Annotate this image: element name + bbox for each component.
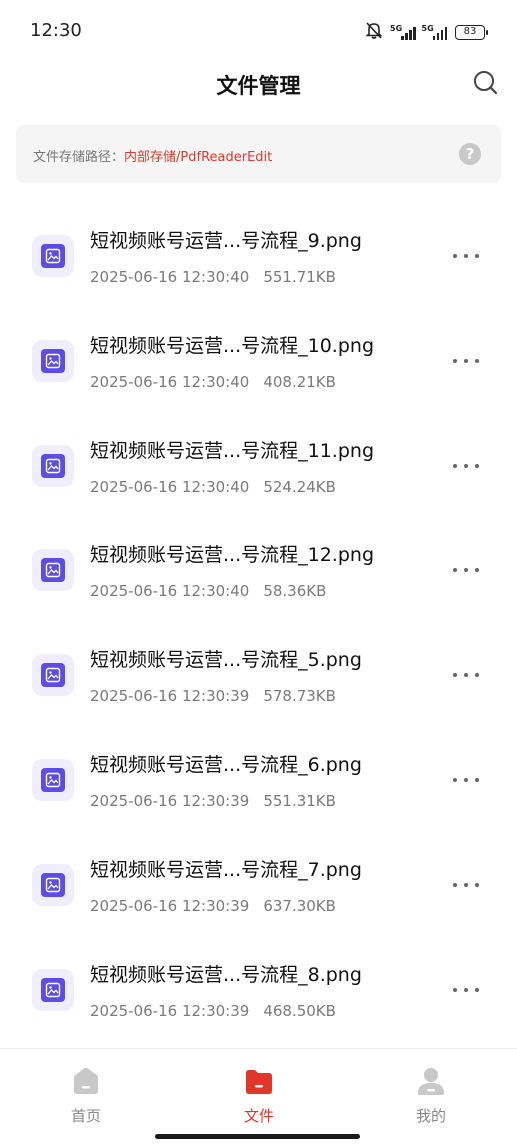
file-meta: 2025-06-16 12:30:40 551.71KB (90, 268, 336, 286)
file-date: 2025-06-16 12:30:39 (90, 791, 250, 810)
tab-files-label: 文件 (243, 1107, 274, 1125)
header: 文件管理 (0, 64, 517, 104)
file-item[interactable]: 短视频账号运营...号流程_8.png 2025-06-16 12:30:39 4… (0, 936, 517, 1041)
storage-path-bar: 文件存储路径：内部存储/PdfReaderEdit ? (16, 125, 501, 183)
status-time: 12:30 (30, 20, 82, 41)
file-list: 短视频账号运营...号流程_9.png 2025-06-16 12:30:40 5… (0, 202, 517, 1040)
file-size: 578.73KB (263, 687, 336, 706)
image-file-icon (32, 863, 74, 906)
file-name: 短视频账号运营...号流程_11.png (90, 439, 374, 462)
file-name: 短视频账号运营...号流程_12.png (90, 544, 374, 567)
more-options-icon[interactable] (453, 560, 479, 580)
image-file-icon (32, 444, 74, 487)
file-date: 2025-06-16 12:30:39 (90, 896, 250, 915)
file-meta: 2025-06-16 12:30:40 524.24KB (90, 478, 336, 496)
file-item[interactable]: 短视频账号运营...号流程_5.png 2025-06-16 12:30:39 5… (0, 621, 517, 726)
file-name: 短视频账号运营...号流程_7.png (90, 858, 362, 881)
more-options-icon[interactable] (453, 665, 479, 685)
file-date: 2025-06-16 12:30:39 (90, 687, 250, 706)
file-meta: 2025-06-16 12:30:39 551.31KB (90, 792, 336, 810)
image-file-icon (32, 758, 74, 801)
storage-path-label: 文件存储路径： (33, 150, 125, 165)
file-size: 551.31KB (263, 791, 336, 810)
file-date: 2025-06-16 12:30:40 (90, 372, 250, 391)
image-file-icon (32, 235, 74, 277)
file-date: 2025-06-16 12:30:40 (90, 268, 250, 286)
folder-icon (246, 1070, 272, 1094)
help-icon[interactable]: ? (459, 143, 481, 165)
file-meta: 2025-06-16 12:30:40 58.36KB (90, 582, 326, 600)
more-options-icon[interactable] (453, 980, 479, 1000)
file-name: 短视频账号运营...号流程_9.png (90, 230, 362, 252)
file-item[interactable]: 短视频账号运营...号流程_9.png 2025-06-16 12:30:40 5… (0, 202, 517, 307)
home-indicator[interactable] (155, 1134, 360, 1139)
tab-profile-label: 我的 (415, 1107, 446, 1125)
home-icon (74, 1067, 98, 1094)
mute-bell-icon (365, 22, 383, 39)
file-name: 短视频账号运营...号流程_5.png (90, 649, 362, 672)
status-bar: 12:30 5G 5G 83 (0, 0, 517, 64)
image-file-icon (32, 968, 74, 1011)
file-date: 2025-06-16 12:30:39 (90, 1001, 250, 1020)
image-file-icon (32, 339, 74, 382)
file-size: 408.21KB (263, 372, 336, 391)
storage-path: 文件存储路径：内部存储/PdfReaderEdit (33, 146, 272, 165)
more-options-icon[interactable] (453, 351, 479, 371)
search-button[interactable] (471, 68, 501, 98)
more-options-icon[interactable] (453, 456, 479, 476)
tab-bar: 首页 文件 我的 (0, 1048, 517, 1148)
file-meta: 2025-06-16 12:30:40 408.21KB (90, 373, 336, 391)
storage-path-value: 内部存储/PdfReaderEdit (124, 150, 273, 165)
signal-2-icon: 5G (422, 24, 447, 40)
profile-icon (418, 1068, 444, 1095)
battery-icon: 83 (455, 25, 488, 40)
file-size: 524.24KB (263, 477, 336, 496)
tab-profile[interactable]: 我的 (381, 1065, 481, 1126)
signal-1-icon: 5G (390, 24, 416, 40)
tab-files[interactable]: 文件 (209, 1065, 309, 1126)
file-item[interactable]: 短视频账号运营...号流程_11.png 2025-06-16 12:30:40… (0, 412, 517, 517)
file-item[interactable]: 短视频账号运营...号流程_6.png 2025-06-16 12:30:39 5… (0, 726, 517, 831)
file-item[interactable]: 短视频账号运营...号流程_12.png 2025-06-16 12:30:40… (0, 516, 517, 621)
file-meta: 2025-06-16 12:30:39 637.30KB (90, 897, 336, 915)
file-meta: 2025-06-16 12:30:39 578.73KB (90, 687, 336, 705)
image-file-icon (32, 654, 74, 697)
page-title: 文件管理 (216, 74, 301, 98)
file-name: 短视频账号运营...号流程_6.png (90, 753, 362, 776)
more-options-icon[interactable] (453, 770, 479, 790)
file-name: 短视频账号运营...号流程_8.png (90, 963, 362, 986)
file-name: 短视频账号运营...号流程_10.png (90, 334, 374, 357)
more-options-icon[interactable] (453, 246, 479, 266)
more-options-icon[interactable] (453, 875, 479, 895)
file-item[interactable]: 短视频账号运营...号流程_10.png 2025-06-16 12:30:40… (0, 307, 517, 412)
file-date: 2025-06-16 12:30:40 (90, 477, 250, 496)
tab-home-label: 首页 (70, 1107, 101, 1125)
image-file-icon (32, 549, 74, 592)
file-size: 637.30KB (263, 896, 336, 915)
search-icon (474, 71, 498, 95)
file-size: 58.36KB (263, 582, 327, 601)
status-icons: 5G 5G 83 (364, 22, 488, 40)
file-date: 2025-06-16 12:30:40 (90, 582, 250, 601)
file-meta: 2025-06-16 12:30:39 468.50KB (90, 1002, 336, 1020)
file-size: 551.71KB (263, 268, 336, 286)
tab-home[interactable]: 首页 (36, 1065, 136, 1126)
file-size: 468.50KB (263, 1001, 336, 1020)
file-item[interactable]: 短视频账号运营...号流程_7.png 2025-06-16 12:30:39 6… (0, 831, 517, 936)
